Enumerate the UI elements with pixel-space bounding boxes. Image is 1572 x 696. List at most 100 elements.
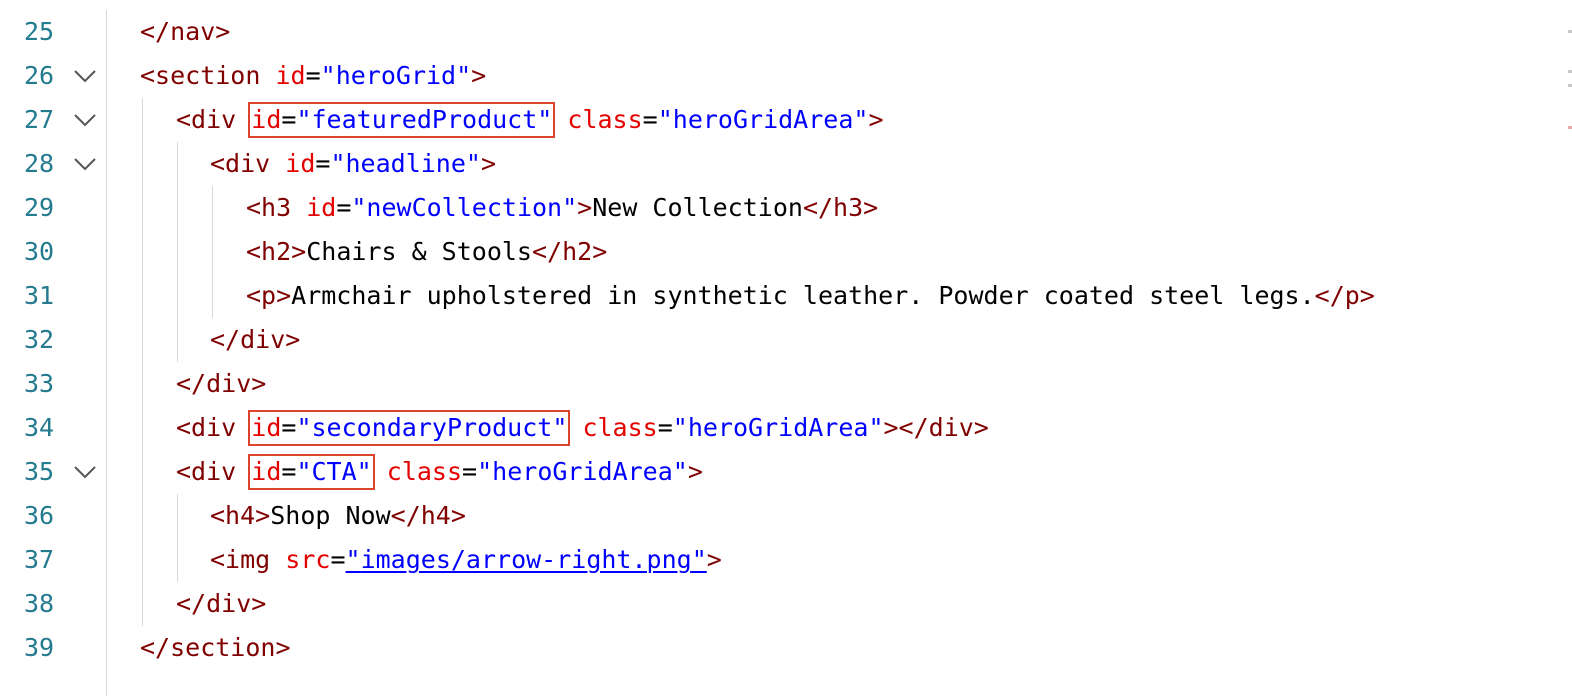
code-text: </section>	[140, 632, 291, 664]
code-line-partial	[0, 670, 1572, 696]
line-number: 26	[24, 61, 55, 90]
attribute-token: class	[386, 457, 463, 486]
equals-token: =	[642, 105, 658, 134]
indent-guide	[142, 450, 143, 494]
indent-guide	[212, 230, 213, 274]
line-number: 34	[24, 413, 55, 442]
attribute-token: id	[251, 457, 282, 486]
tag-close-token: >	[706, 545, 722, 574]
text-token: Armchair upholstered in synthetic leathe…	[291, 281, 1315, 310]
line-number: 36	[24, 501, 55, 530]
value-token: "heroGridArea"	[657, 105, 869, 134]
value-token: "	[345, 545, 361, 574]
indent-guide	[212, 274, 213, 318]
line-number: 30	[24, 237, 55, 266]
value-token: "heroGridArea"	[477, 457, 688, 486]
tag-close-token: >	[480, 149, 497, 178]
indent-guide	[212, 186, 213, 230]
code-text: <div id="secondaryProduct" class="heroGr…	[176, 410, 989, 446]
value-token: "CTA"	[296, 457, 372, 486]
indent-guide	[142, 186, 143, 230]
code-line[interactable]: 27 <div id="featuredProduct" class="hero…	[0, 98, 1572, 142]
indent-guide	[106, 406, 107, 450]
indent-guide	[177, 186, 178, 230]
indent-guide	[177, 274, 178, 318]
code-line[interactable]: 37 <img src="images/arrow-right.png">	[0, 538, 1572, 582]
code-line[interactable]: 36 <h4>Shop Now</h4>	[0, 494, 1572, 538]
tag-token: <div	[176, 457, 237, 486]
tag-token: <section	[140, 61, 261, 90]
chevron-down-icon[interactable]	[72, 112, 98, 128]
text-token: New Collection	[592, 193, 803, 222]
tag-token: </div>	[176, 369, 267, 398]
chevron-down-icon[interactable]	[72, 156, 98, 172]
code-text: <section id="heroGrid">	[140, 60, 486, 92]
code-line[interactable]: 33 </div>	[0, 362, 1572, 406]
line-number: 32	[24, 325, 55, 354]
code-text: <h2>Chairs & Stools</h2>	[246, 236, 607, 268]
highlight-box: id="CTA"	[248, 454, 375, 490]
equals-token: =	[281, 413, 297, 442]
tag-close-token: ></div>	[883, 413, 989, 442]
code-line[interactable]: 32 </div>	[0, 318, 1572, 362]
code-line[interactable]: 35 <div id="CTA" class="heroGridArea">	[0, 450, 1572, 494]
overview-ruler-mark	[1568, 70, 1572, 73]
code-line[interactable]: 30 <h2>Chairs & Stools</h2>	[0, 230, 1572, 274]
equals-token: =	[330, 545, 346, 574]
line-number: 37	[24, 545, 55, 574]
attribute-token: src	[270, 545, 331, 574]
chevron-down-icon[interactable]	[72, 464, 98, 480]
code-editor[interactable]: 25 </nav> 26 <section id="heroGrid"> 27 …	[0, 0, 1572, 696]
value-token: "	[691, 545, 707, 574]
line-number: 25	[24, 17, 55, 46]
indent-guide	[142, 538, 143, 582]
attribute-token: class	[567, 105, 643, 134]
tag-token: </h2>	[532, 237, 608, 266]
tag-token: </h3>	[802, 193, 879, 222]
src-link[interactable]: images/arrow-right.png	[361, 545, 692, 574]
indent-guide	[106, 670, 107, 696]
tag-close-token: >	[687, 457, 703, 486]
code-line[interactable]: 26 <section id="heroGrid">	[0, 54, 1572, 98]
code-line[interactable]: 31 <p>Armchair upholstered in synthetic …	[0, 274, 1572, 318]
code-line[interactable]: 29 <h3 id="newCollection">New Collection…	[0, 186, 1572, 230]
equals-token: =	[657, 413, 673, 442]
code-text: </div>	[210, 324, 300, 356]
tag-token: </section>	[140, 633, 291, 662]
indent-guide	[142, 318, 143, 362]
text-token: Chairs & Stools	[306, 237, 532, 266]
indent-guide	[106, 142, 107, 186]
indent-guide	[177, 230, 178, 274]
tag-token: </div>	[210, 325, 301, 354]
code-line[interactable]: 38 </div>	[0, 582, 1572, 626]
indent-guide	[106, 582, 107, 626]
line-number: 35	[24, 457, 55, 486]
indent-guide	[177, 538, 178, 582]
highlight-box: id="secondaryProduct"	[248, 410, 571, 446]
value-token: "featuredProduct"	[296, 105, 553, 134]
code-line[interactable]: 28 <div id="headline">	[0, 142, 1572, 186]
indent-guide	[106, 274, 107, 318]
code-line[interactable]: 34 <div id="secondaryProduct" class="her…	[0, 406, 1572, 450]
line-number: 38	[24, 589, 55, 618]
tag-close-token: >	[868, 105, 884, 134]
value-token: "headline"	[330, 149, 481, 178]
chevron-down-icon[interactable]	[72, 68, 98, 84]
tag-close-token: >	[471, 61, 487, 90]
attribute-token: id	[270, 149, 316, 178]
line-number: 31	[24, 281, 55, 310]
tag-token: <img	[210, 545, 271, 574]
indent-guide	[106, 318, 107, 362]
tag-token: <div	[176, 105, 237, 134]
indent-guide	[142, 274, 143, 318]
tag-close-token: >	[577, 193, 593, 222]
code-line[interactable]: 25 </nav>	[0, 10, 1572, 54]
equals-token: =	[281, 105, 297, 134]
code-line[interactable]: 39 </section>	[0, 626, 1572, 670]
equals-token: =	[305, 61, 321, 90]
indent-guide	[142, 98, 143, 142]
